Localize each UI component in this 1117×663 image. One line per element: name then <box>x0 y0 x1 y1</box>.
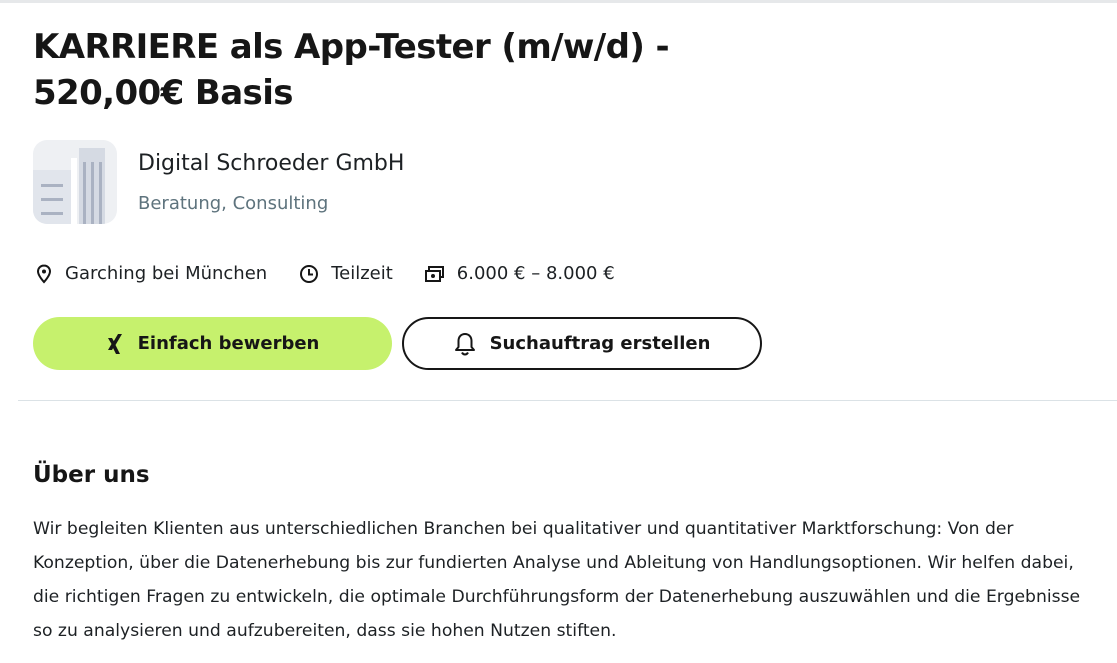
meta-location: Garching bei München <box>35 261 267 287</box>
company-name[interactable]: Digital Schroeder GmbH <box>138 149 404 179</box>
apply-button[interactable]: Einfach bewerben <box>33 317 392 370</box>
clock-icon <box>300 265 319 283</box>
employment-type-text: Teilzeit <box>331 263 393 284</box>
create-search-alert-label: Suchauftrag erstellen <box>489 333 711 354</box>
xing-icon <box>107 333 122 354</box>
top-divider <box>0 0 1117 3</box>
meta-salary: 6.000 € – 8.000 € <box>424 261 615 287</box>
section-divider <box>18 400 1117 401</box>
about-heading: Über uns <box>33 462 150 488</box>
job-title: KARRIERE als App-Tester (m/w/d) - 520,00… <box>33 27 670 113</box>
meta-employment-type: Teilzeit <box>299 261 393 287</box>
job-detail-page: KARRIERE als App-Tester (m/w/d) - 520,00… <box>0 0 1117 663</box>
bell-icon <box>454 332 475 356</box>
company-industry: Beratung, Consulting <box>138 193 329 214</box>
job-meta: Garching bei München Teilzeit 6.000 € – … <box>35 261 647 287</box>
create-search-alert-button[interactable]: Suchauftrag erstellen <box>402 317 762 370</box>
location-text: Garching bei München <box>65 263 268 284</box>
money-icon <box>424 266 444 282</box>
company-logo[interactable] <box>33 140 117 224</box>
apply-button-label: Einfach bewerben <box>137 333 320 354</box>
company-logo-placeholder-icon <box>33 148 105 224</box>
salary-text: 6.000 € – 8.000 € <box>456 263 615 284</box>
location-pin-icon <box>36 264 52 284</box>
about-text: Wir begleiten Klienten aus unterschiedli… <box>33 519 1081 641</box>
